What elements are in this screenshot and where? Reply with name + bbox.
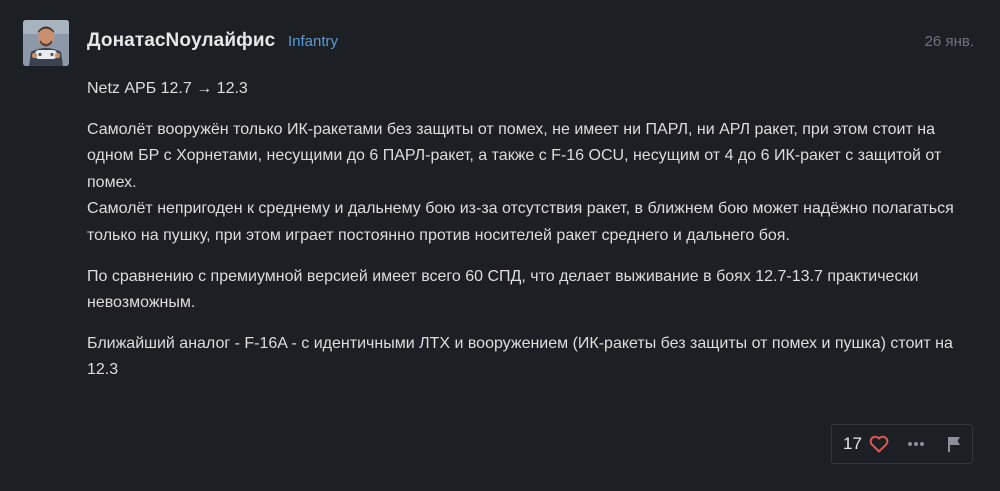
flag-icon[interactable] [945, 435, 963, 453]
author-name[interactable]: ДонатасNoулайфис [87, 30, 275, 52]
post-paragraph: Самолёт непригоден к среднему и дальнему… [87, 200, 954, 244]
post-paragraph: Ближайший аналог - F-16A - с идентичными… [87, 334, 953, 379]
avatar-gamer-icon [23, 20, 69, 66]
more-dots-icon[interactable] [907, 437, 925, 451]
heart-icon[interactable] [869, 435, 889, 453]
author-title-badge: Infantry [288, 33, 339, 50]
post-content: Netz АРБ 12.7 → 12.3 Самолёт вооружён то… [87, 76, 977, 384]
post-paragraph: Самолёт вооружён только ИК-ракетами без … [87, 120, 942, 191]
author-avatar[interactable] [23, 20, 69, 66]
post-paragraph: Netz АРБ 12.7 → 12.3 [87, 80, 248, 97]
post-actions-bar: 17 [831, 424, 973, 464]
forum-post: ДонатасNoулайфис Infantry 26 янв. Netz А… [0, 0, 1000, 491]
post-paragraph: По сравнению с премиумной версией имеет … [87, 267, 919, 312]
post-date[interactable]: 26 янв. [925, 33, 974, 50]
like-count[interactable]: 17 [843, 434, 862, 454]
